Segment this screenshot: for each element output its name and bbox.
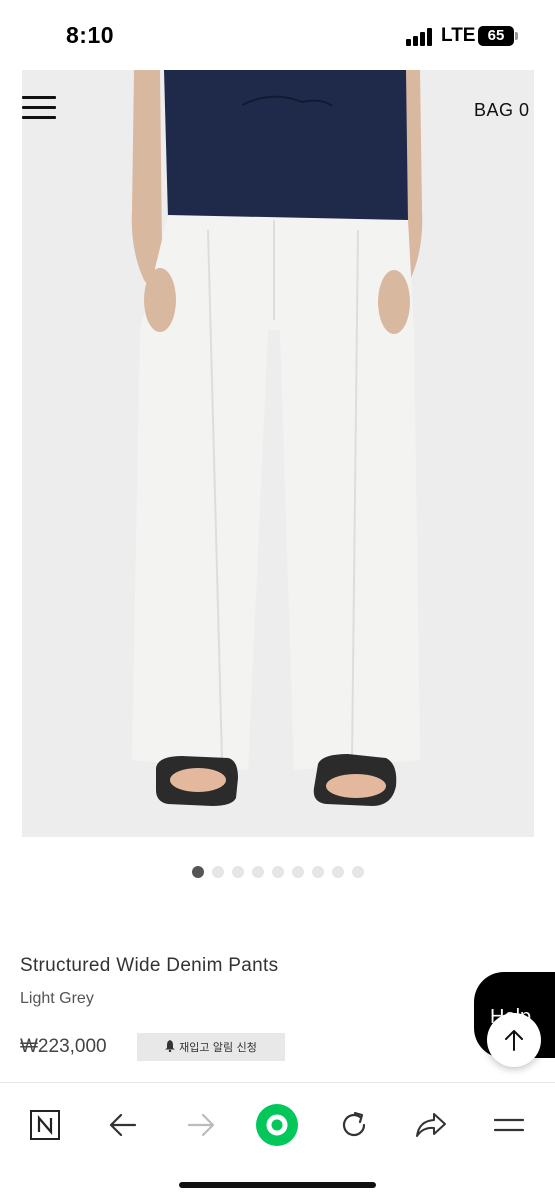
naver-n-icon [30, 1110, 60, 1140]
carousel-dot[interactable] [232, 866, 244, 878]
carousel-dot[interactable] [252, 866, 264, 878]
carousel-dot[interactable] [272, 866, 284, 878]
carousel-dot[interactable] [192, 866, 204, 878]
carousel-dots [192, 866, 364, 878]
green-dot-button[interactable] [255, 1103, 299, 1147]
battery-tip [515, 32, 518, 40]
product-price: ₩223,000 [20, 1036, 107, 1057]
restock-alert-label: 재입고 알림 신청 [179, 1041, 257, 1054]
naver-home-button[interactable] [23, 1103, 67, 1147]
network-type: LTE [441, 25, 476, 46]
carousel-dot[interactable] [312, 866, 324, 878]
reload-button[interactable] [332, 1103, 376, 1147]
arrow-left-icon [109, 1113, 137, 1137]
arrow-right-icon [187, 1113, 215, 1137]
carousel-dot[interactable] [292, 866, 304, 878]
menu-button[interactable] [22, 96, 56, 122]
signal-icon [406, 28, 436, 46]
share-button[interactable] [409, 1103, 453, 1147]
bag-link[interactable]: BAG 0 [474, 100, 530, 121]
carousel-dot[interactable] [332, 866, 344, 878]
scroll-to-top-button[interactable] [487, 1013, 541, 1067]
carousel-dot[interactable] [352, 866, 364, 878]
forward-button[interactable] [179, 1103, 223, 1147]
back-button[interactable] [101, 1103, 145, 1147]
carousel-dot[interactable] [212, 866, 224, 878]
reload-icon [342, 1111, 366, 1137]
hamburger-icon [493, 1118, 525, 1132]
arrow-up-icon [505, 1030, 523, 1051]
status-bar: 8:10 LTE 65 [0, 0, 555, 68]
product-image[interactable] [22, 70, 534, 837]
share-icon [416, 1113, 446, 1137]
bell-icon [165, 1039, 176, 1055]
product-color: Light Grey [20, 990, 94, 1007]
status-time: 8:10 [66, 22, 115, 48]
green-dot-icon [256, 1104, 298, 1146]
restock-alert-button[interactable]: 재입고 알림 신청 [137, 1033, 285, 1061]
browser-menu-button[interactable] [487, 1103, 531, 1147]
battery-icon: 65 [478, 26, 514, 46]
home-indicator[interactable] [179, 1182, 376, 1188]
product-photo-illustration [131, 70, 423, 806]
product-name: Structured Wide Denim Pants [20, 955, 279, 976]
